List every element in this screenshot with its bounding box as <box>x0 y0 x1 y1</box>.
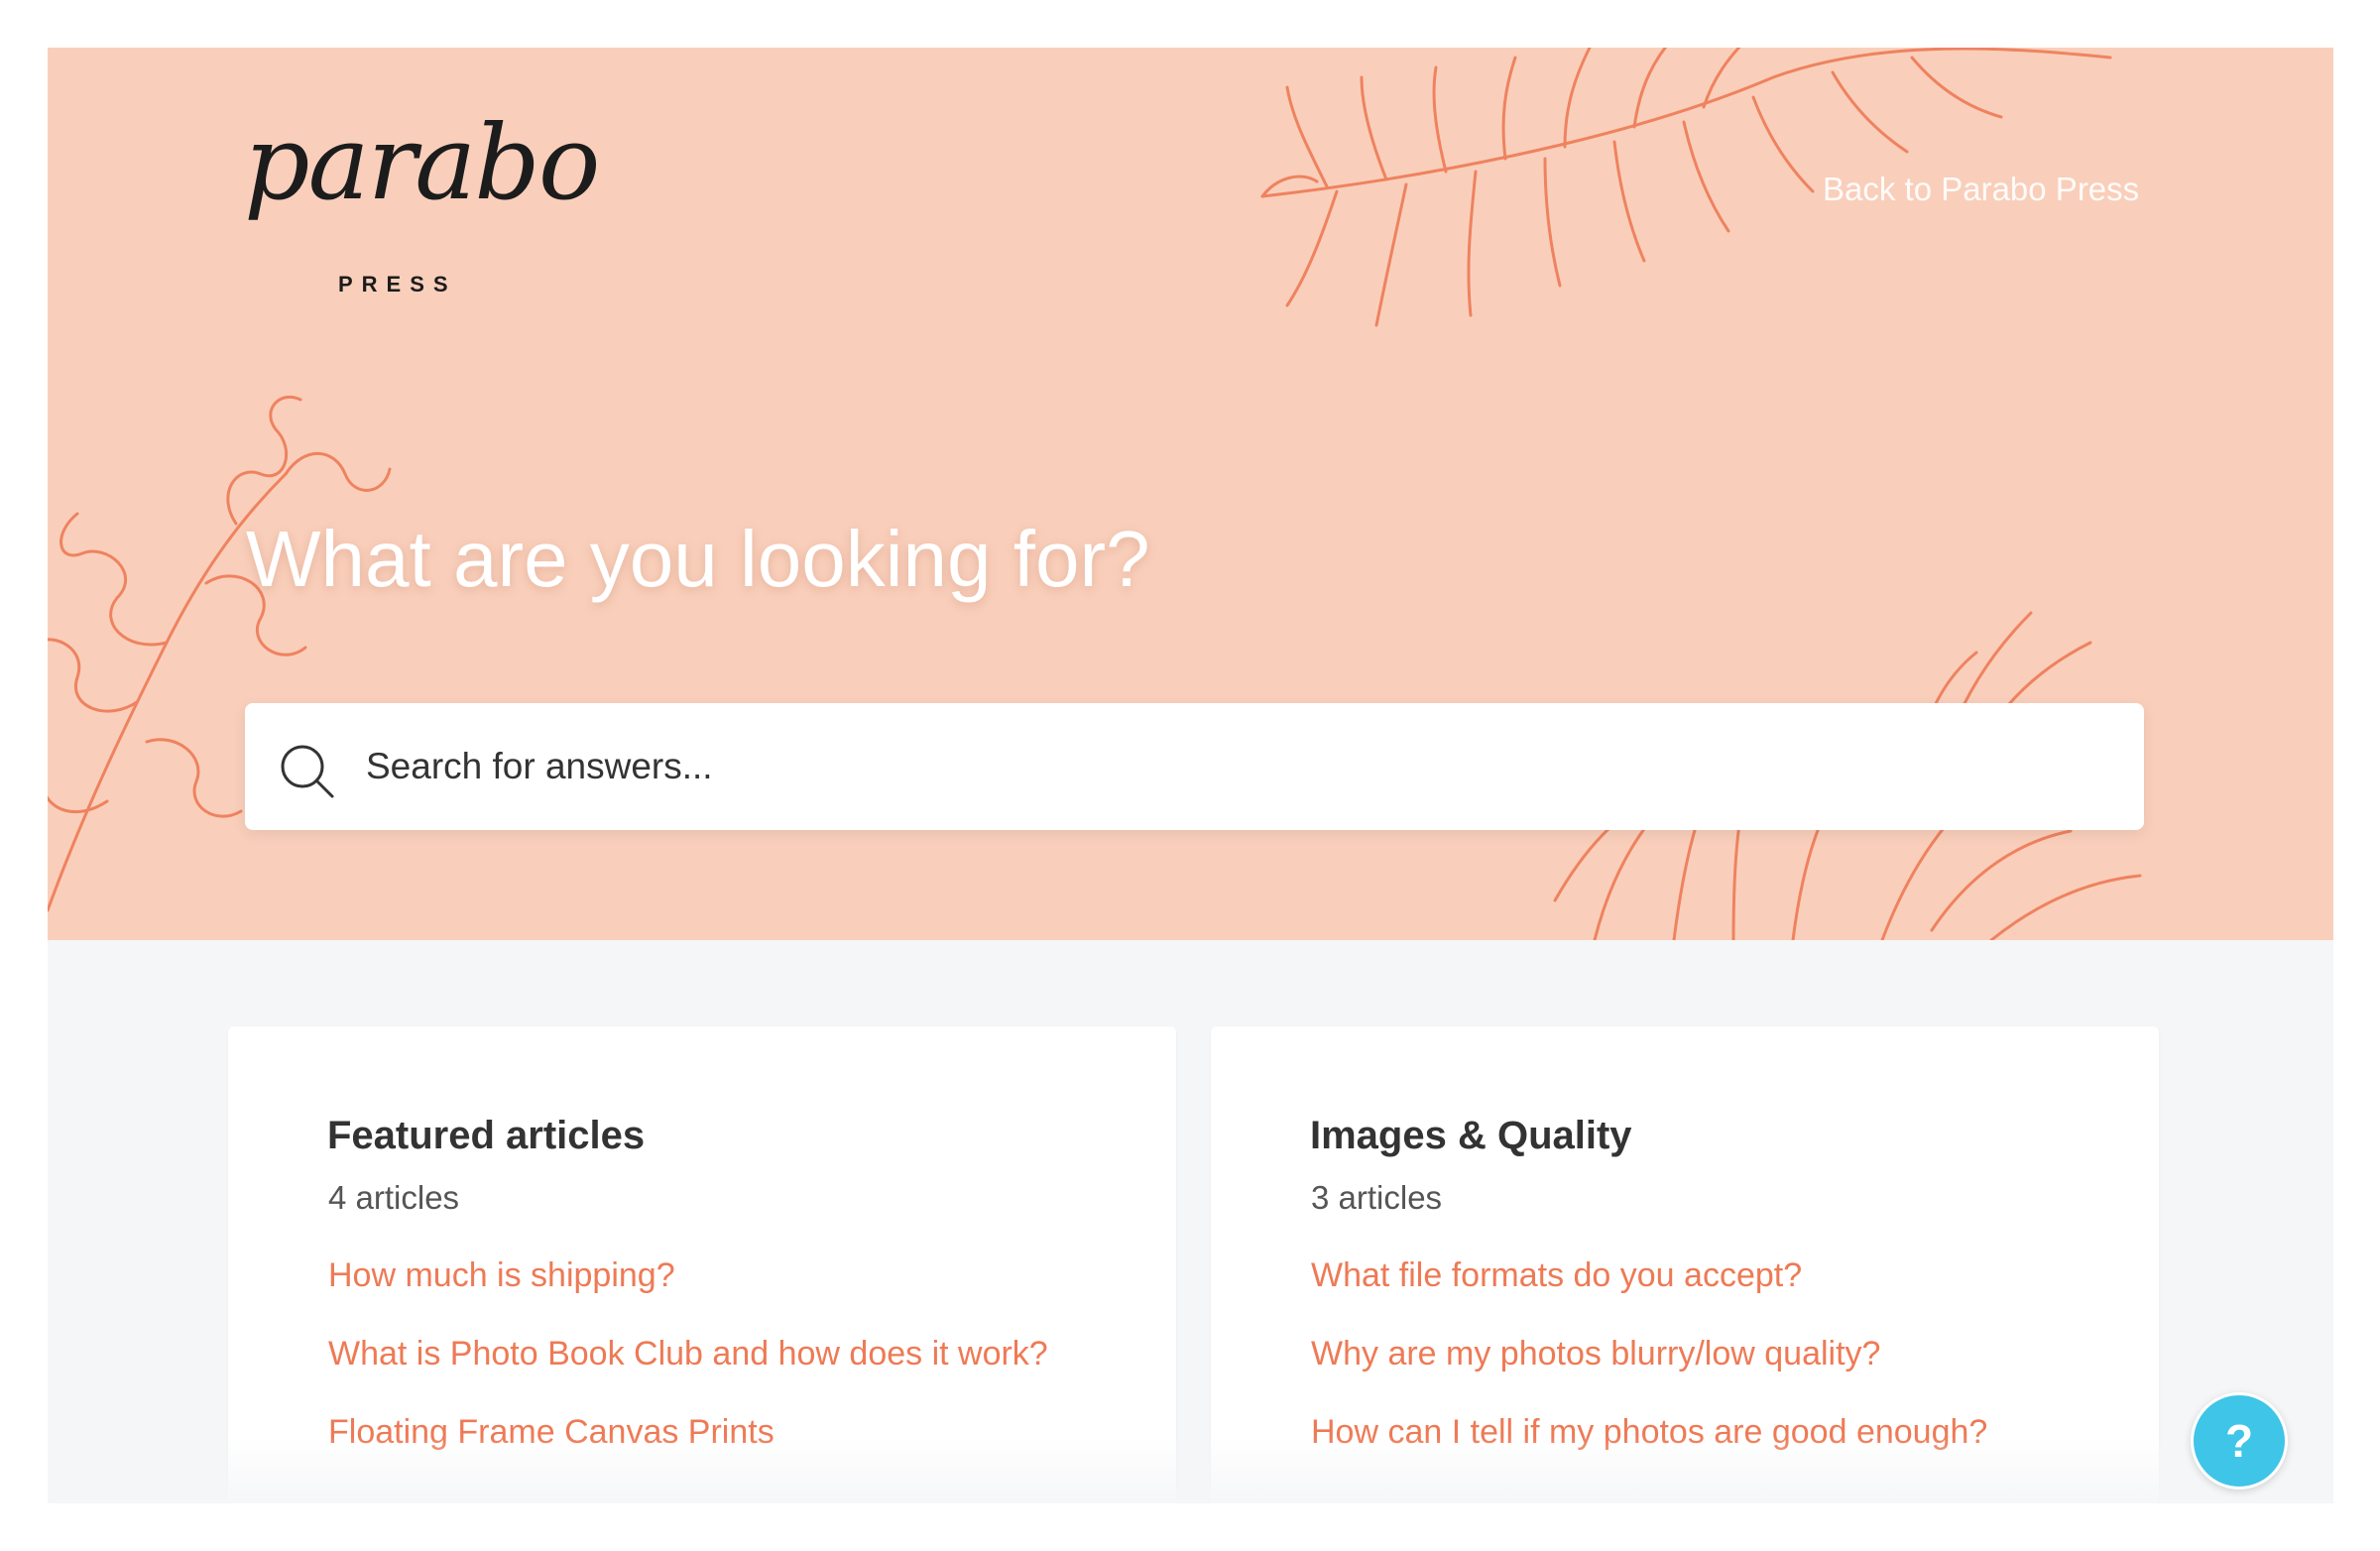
parabo-press-logo[interactable]: parabo PRESS <box>244 103 600 301</box>
hero-banner: parabo PRESS Back to Parabo Press What a… <box>48 48 2333 940</box>
card-title: Images & Quality <box>1310 1114 1632 1157</box>
card-title: Featured articles <box>327 1114 646 1157</box>
help-center-page: parabo PRESS Back to Parabo Press What a… <box>48 48 2333 1503</box>
search-box[interactable] <box>245 703 2144 830</box>
help-button[interactable]: ? <box>2191 1392 2288 1490</box>
article-link[interactable]: How much is shipping? <box>328 1256 675 1294</box>
hero-heading: What are you looking for? <box>246 515 1150 603</box>
list-item: Why are my photos blurry/low quality? <box>1311 1335 1987 1413</box>
article-count: 4 articles <box>328 1179 460 1216</box>
list-item: What is Photo Book Club and how does it … <box>328 1335 1048 1413</box>
article-link[interactable]: Why are my photos blurry/low quality? <box>1311 1335 1880 1372</box>
logo-subtitle: PRESS <box>338 272 457 297</box>
back-to-parabo-press-link[interactable]: Back to Parabo Press <box>1823 171 2139 208</box>
category-card-featured-articles[interactable]: Featured articles 4 articles How much is… <box>228 1026 1176 1503</box>
article-link[interactable]: What file formats do you accept? <box>1311 1256 1802 1294</box>
logo-wordmark: parabo <box>244 102 600 223</box>
question-mark-icon: ? <box>2224 1415 2254 1467</box>
list-item: How much is shipping? <box>328 1256 1048 1335</box>
article-count: 3 articles <box>1311 1179 1443 1216</box>
category-card-images-quality[interactable]: Images & Quality 3 articles What file fo… <box>1211 1026 2159 1503</box>
bottom-fade <box>48 1436 2333 1503</box>
list-item: What file formats do you accept? <box>1311 1256 1987 1335</box>
search-icon <box>281 745 334 798</box>
article-link[interactable]: What is Photo Book Club and how does it … <box>328 1335 1048 1372</box>
search-input[interactable] <box>364 731 2113 802</box>
